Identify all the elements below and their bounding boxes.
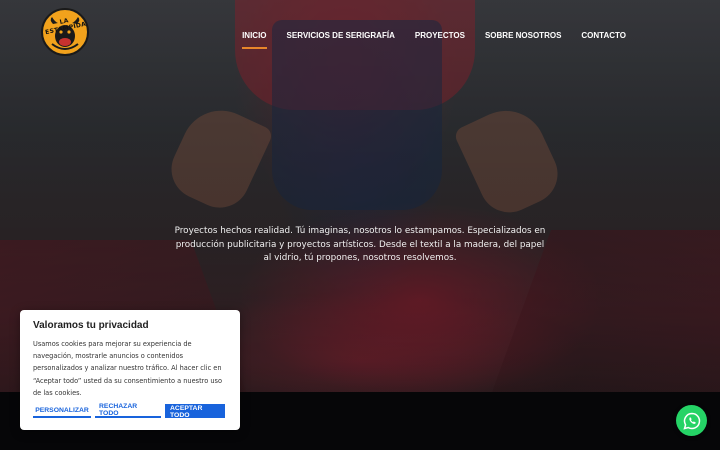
cookie-title: Valoramos tu privacidad xyxy=(33,320,149,331)
nav-item-contacto[interactable]: CONTACTO xyxy=(571,31,636,40)
whatsapp-button[interactable] xyxy=(676,405,707,436)
cookie-consent-dialog: Valoramos tu privacidad Usamos cookies p… xyxy=(20,310,240,430)
hero-tagline: Proyectos hechos realidad. Tú imaginas, … xyxy=(174,226,546,264)
nav-item-proyectos[interactable]: PROYECTOS xyxy=(405,31,475,40)
whatsapp-icon xyxy=(682,412,700,430)
nav-item-servicios[interactable]: SERVICIOS DE SERIGRAFÍA xyxy=(277,31,405,40)
brand-logo[interactable]: LA ESTAMPIDA xyxy=(41,8,89,56)
cookie-buttons: PERSONALIZAR RECHAZAR TODO ACEPTAR TODO xyxy=(33,403,225,419)
accept-all-button[interactable]: ACEPTAR TODO xyxy=(165,404,225,419)
nav-item-sobre-nosotros[interactable]: SOBRE NOSOTROS xyxy=(475,31,571,40)
main-nav: INICIO SERVICIOS DE SERIGRAFÍA PROYECTOS… xyxy=(232,31,636,49)
customize-button[interactable]: PERSONALIZAR xyxy=(33,404,91,418)
nav-item-inicio[interactable]: INICIO xyxy=(232,31,276,49)
cookie-body: Usamos cookies para mejorar su experienc… xyxy=(33,340,222,397)
reject-all-button[interactable]: RECHAZAR TODO xyxy=(95,403,161,418)
